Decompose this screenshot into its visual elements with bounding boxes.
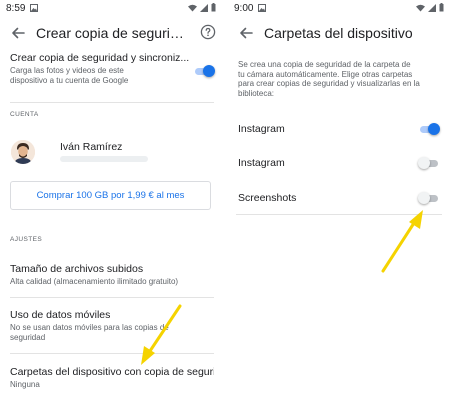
upload-size-title: Tamaño de archivos subidos: [10, 263, 144, 275]
status-time: 9:00: [234, 3, 254, 14]
device-folders-screen: 9:00 Carpetas del dispositivo Se crea un…: [228, 0, 450, 400]
folder-name: Screenshots: [238, 192, 297, 204]
upload-size-item[interactable]: Tamaño de archivos subidos Alta calidad …: [10, 263, 214, 289]
status-bar: 9:00: [228, 0, 450, 16]
folder-item[interactable]: Instagram: [238, 157, 442, 171]
arrow-back-icon[interactable]: [8, 23, 28, 43]
folder-backup-toggle[interactable]: [418, 123, 440, 135]
intro-line-4: biblioteca:: [238, 88, 275, 98]
account-email-redacted: [60, 156, 148, 162]
intro-line-1: Se crea una copia de seguridad de la car…: [238, 60, 411, 69]
divider: [10, 297, 214, 298]
folder-backup-toggle[interactable]: [418, 157, 440, 169]
annotation-arrow: [381, 210, 423, 273]
backup-sync-title: Crear copia de seguridad y sincroniz...: [10, 52, 190, 64]
account-name: Iván Ramírez: [60, 141, 123, 153]
signal-icon: [200, 3, 208, 12]
app-bar: Crear copia de seguridad y sincronizar: [0, 16, 222, 50]
backup-sync-desc-1: Carga las fotos y videos de este: [10, 66, 124, 75]
backup-sync-desc-2: dispositivo a tu cuenta de Google: [10, 75, 129, 85]
folder-item[interactable]: Screenshots: [238, 192, 442, 206]
intro-line-3: para crear copias de seguridad y visuali…: [238, 79, 420, 88]
folder-name: Instagram: [238, 123, 285, 135]
status-bar: 8:59: [0, 0, 222, 16]
buy-storage-button[interactable]: Comprar 100 GB por 1,99 € al mes: [10, 181, 211, 210]
upload-size-desc: Alta calidad (almacenamiento ilimitado g…: [10, 277, 179, 286]
battery-icon: [439, 3, 444, 12]
device-folders-desc: Ninguna: [10, 380, 40, 389]
annotation-arrow: [141, 304, 182, 365]
section-label-settings: AJUSTES: [10, 236, 43, 243]
page-title: Crear copia de seguridad y sincronizar: [36, 25, 186, 41]
battery-icon: [211, 3, 216, 12]
backup-sync-row[interactable]: Crear copia de seguridad y sincroniz... …: [10, 52, 214, 92]
backup-sync-toggle[interactable]: [193, 65, 215, 77]
divider: [10, 102, 214, 103]
arrow-back-icon[interactable]: [236, 23, 256, 43]
image-icon: [258, 4, 266, 15]
wifi-icon: [188, 4, 197, 11]
signal-icon: [428, 3, 436, 12]
intro-line-2: tu cámara automáticamente. Elige otras c…: [238, 69, 413, 79]
page-title: Carpetas del dispositivo: [264, 25, 413, 41]
device-folders-item[interactable]: Carpetas del dispositivo con copia de se…: [10, 366, 214, 394]
help-circle-icon[interactable]: [200, 24, 216, 40]
image-icon: [30, 4, 38, 15]
section-label-account: CUENTA: [10, 111, 39, 118]
folder-backup-toggle[interactable]: [418, 192, 440, 204]
backup-settings-screen: 8:59 Crear copia de seguridad y sincroni…: [0, 0, 222, 400]
app-bar: Carpetas del dispositivo: [228, 16, 450, 50]
wifi-icon: [416, 4, 425, 11]
avatar: [11, 140, 35, 164]
folder-name: Instagram: [238, 157, 285, 169]
intro-text: Se crea una copia de seguridad de la car…: [238, 60, 442, 98]
folder-item[interactable]: Instagram: [238, 123, 442, 137]
status-time: 8:59: [6, 3, 26, 14]
